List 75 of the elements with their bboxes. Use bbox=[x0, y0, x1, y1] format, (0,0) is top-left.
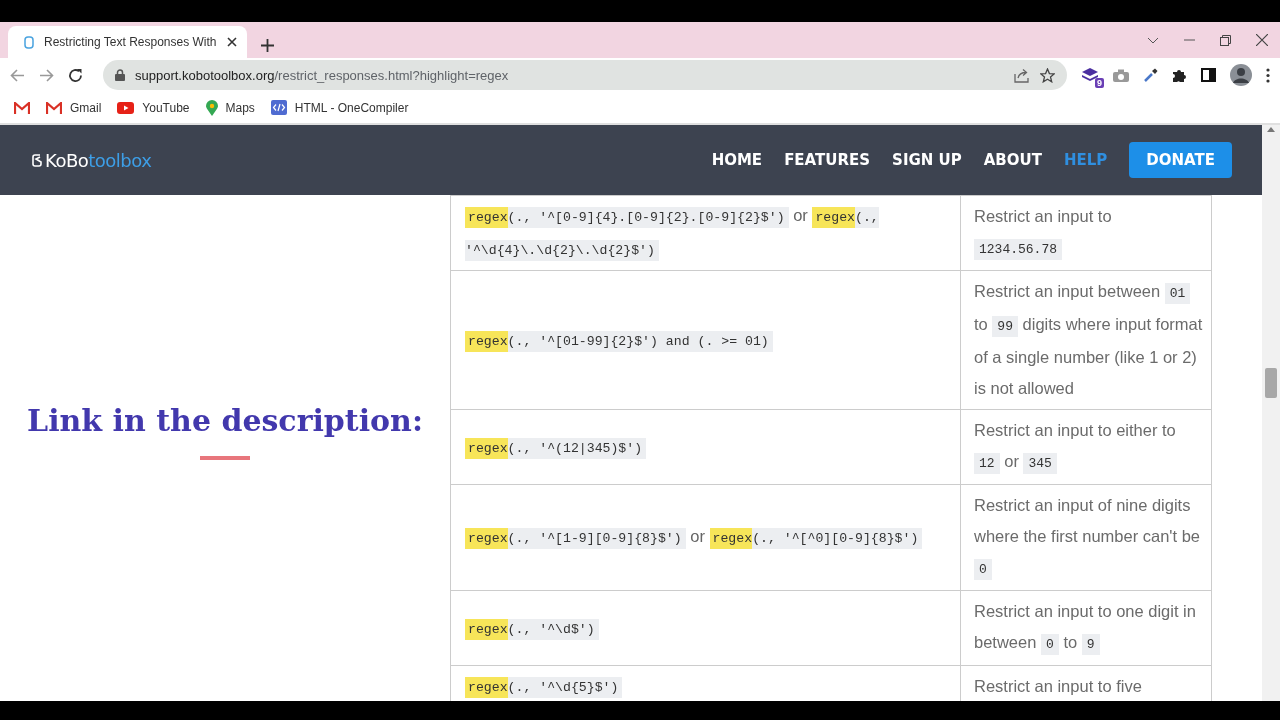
tab-title: Restricting Text Responses With bbox=[44, 35, 217, 49]
sidebar-icon[interactable] bbox=[1201, 68, 1216, 82]
scroll-up-icon[interactable] bbox=[1267, 127, 1275, 132]
bookmark[interactable]: HTML - OneCompiler bbox=[270, 100, 409, 115]
plus-icon[interactable] bbox=[260, 39, 274, 52]
search-highlight: regex bbox=[812, 207, 855, 228]
forward-icon[interactable] bbox=[39, 68, 54, 82]
search-highlight: regex bbox=[465, 528, 508, 549]
search-highlight: regex bbox=[465, 207, 508, 228]
inline-code: 345 bbox=[1023, 453, 1057, 474]
nav-link[interactable]: FEATURES bbox=[784, 151, 871, 169]
star-icon[interactable] bbox=[1040, 67, 1055, 83]
badge-count: 9 bbox=[1095, 78, 1104, 88]
avatar-icon[interactable] bbox=[1230, 64, 1252, 86]
code-icon bbox=[270, 100, 287, 115]
search-highlight: regex bbox=[709, 528, 753, 549]
close-icon[interactable] bbox=[1256, 34, 1268, 46]
url-host: support.kobotoolbox.org bbox=[135, 67, 275, 83]
play-icon bbox=[117, 101, 135, 114]
code-snippet: (., '^[1-9][0-9]{8}$') bbox=[507, 528, 686, 549]
nav-link[interactable]: HOME bbox=[711, 151, 763, 169]
url-path: /restrict_responses.html?highlight=regex bbox=[274, 67, 509, 83]
mail-icon[interactable] bbox=[14, 101, 30, 114]
search-highlight: regex bbox=[465, 618, 508, 640]
description-text: Restrict an input to five bbox=[974, 677, 1142, 695]
bookmark-label: Gmail bbox=[70, 100, 102, 115]
bookmark[interactable]: YouTube bbox=[117, 100, 190, 115]
connector-text: or bbox=[793, 206, 808, 224]
lock-icon bbox=[115, 69, 125, 81]
share-icon[interactable] bbox=[1014, 67, 1030, 83]
search-highlight: regex bbox=[465, 437, 508, 459]
bookmark[interactable]: Gmail bbox=[46, 100, 102, 115]
nav-link[interactable]: SIGN UP bbox=[892, 151, 962, 169]
code-snippet: (., '^\d{5}$') bbox=[507, 677, 623, 698]
caption-underline bbox=[200, 456, 250, 460]
bookmark-label: HTML - OneCompiler bbox=[294, 100, 409, 115]
inline-code: 9 bbox=[1081, 634, 1100, 655]
chevron-down-icon[interactable] bbox=[1147, 36, 1159, 44]
nav-link[interactable]: ABOUT bbox=[983, 151, 1042, 169]
description-text: Restrict an input between 01 to 99 digits where input format of a single number (like 1 or 2) is not allowed bbox=[974, 282, 1203, 397]
code-snippet: (., '^\d$') bbox=[507, 618, 599, 640]
address-bar[interactable]: support.kobotoolbox.org/restrict_responses.html?highlight=regex bbox=[103, 60, 1067, 90]
overlay-caption: Link in the description: bbox=[27, 403, 423, 438]
bookmark-label: YouTube bbox=[142, 100, 190, 115]
mail-icon bbox=[46, 101, 62, 114]
stack-icon[interactable] bbox=[1081, 67, 1099, 83]
code-snippet: (., '^[01-99]{2}$') and (. >= 01) bbox=[507, 330, 773, 352]
back-icon[interactable] bbox=[10, 68, 25, 82]
inline-code: 12 bbox=[974, 453, 1000, 474]
scrollbar-thumb[interactable] bbox=[1265, 368, 1277, 398]
eyedropper-icon[interactable] bbox=[1143, 67, 1158, 83]
restore-icon[interactable] bbox=[1220, 34, 1231, 46]
bookmark-label: Maps bbox=[225, 100, 255, 115]
map-pin-icon bbox=[205, 99, 218, 116]
inline-code: 1234.56.78 bbox=[974, 239, 1062, 260]
search-highlight: regex bbox=[465, 677, 508, 698]
browser-tab[interactable]: Restricting Text Responses With bbox=[8, 26, 247, 58]
inline-code: 01 bbox=[1164, 283, 1191, 304]
reload-icon[interactable] bbox=[68, 67, 83, 83]
connector-text: or bbox=[690, 527, 705, 545]
camera-icon[interactable] bbox=[1113, 68, 1129, 82]
inline-code: 0 bbox=[974, 559, 992, 580]
search-highlight: regex bbox=[465, 330, 508, 352]
inline-code: 99 bbox=[992, 316, 1018, 337]
inline-code: 0 bbox=[1041, 634, 1059, 655]
close-icon[interactable] bbox=[226, 37, 237, 47]
code-snippet: (., '^(12|345)$') bbox=[507, 437, 647, 459]
logo-icon bbox=[32, 152, 42, 168]
puzzle-icon[interactable] bbox=[1172, 67, 1187, 83]
bookmark[interactable]: Maps bbox=[205, 99, 255, 116]
site-logo[interactable]: KoBotoolbox bbox=[45, 149, 152, 171]
code-snippet: (., '^[0-9]{4}.[0-9]{2}.[0-9]{2}$') bbox=[507, 207, 789, 228]
menu-icon[interactable] bbox=[1266, 67, 1270, 83]
code-snippet: (., '^[^0][0-9]{8}$') bbox=[752, 528, 923, 549]
page-icon bbox=[24, 35, 34, 49]
